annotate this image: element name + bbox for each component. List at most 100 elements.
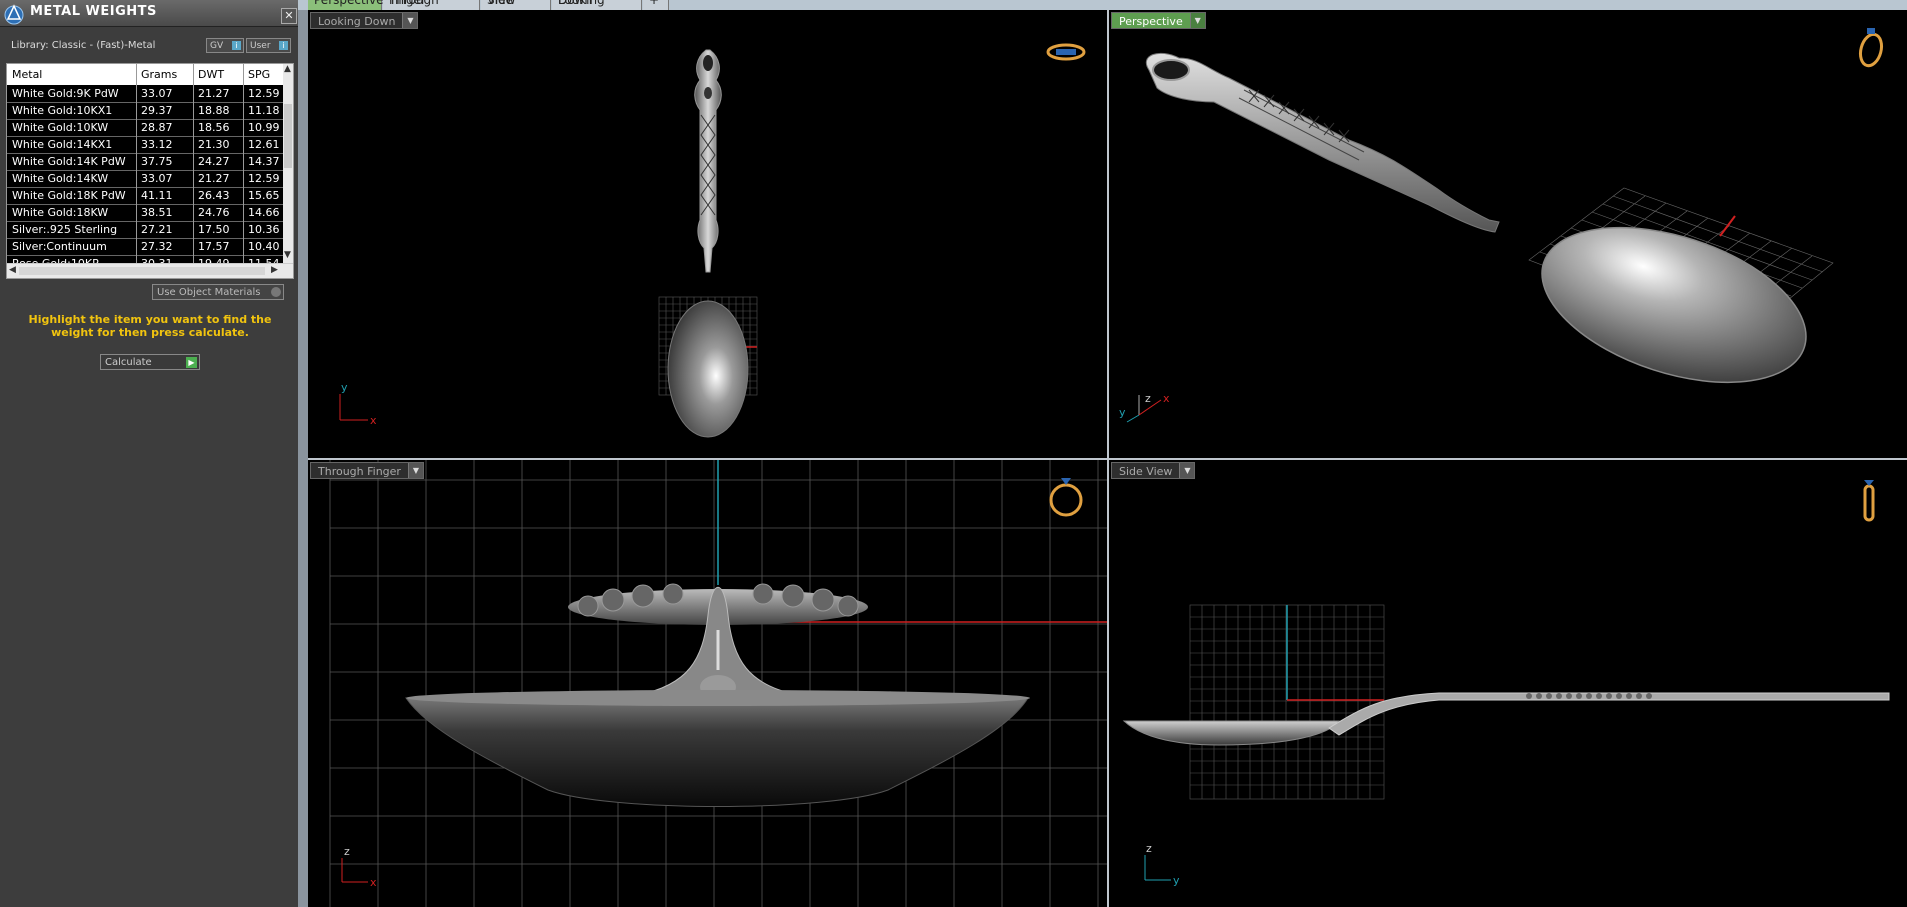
axis-label-y: y [1119,406,1126,419]
cell-grams: 38.51 [141,206,173,219]
dropdown-arrow-icon: ▼ [402,13,418,28]
cell-dwt: 17.50 [198,223,230,236]
cell-grams: 27.32 [141,240,173,253]
table-row[interactable]: White Gold:18K PdW 41.11 26.43 15.65 [7,188,283,205]
scroll-up-icon[interactable]: ▲ [284,64,291,74]
spoon-model [667,49,749,438]
table-row[interactable]: White Gold:18KW 38.51 24.76 14.66 [7,205,283,222]
column-divider [136,64,137,264]
cell-grams: 29.37 [141,104,173,117]
viewport-looking-down[interactable]: y x Looking Down ▼ [308,10,1107,458]
column-header-dwt[interactable]: DWT [198,68,224,81]
column-header-metal[interactable]: Metal [12,68,42,81]
cell-grams: 37.75 [141,155,173,168]
table-row[interactable]: White Gold:10KW 28.87 18.56 10.99 [7,120,283,137]
cell-spg: 12.59 [248,87,280,100]
viewport-through-finger[interactable]: z x Through Finger ▼ [308,460,1107,907]
axis-indicator: y x [339,381,377,427]
cell-metal: White Gold:10KW [12,121,109,134]
scroll-thumb[interactable] [284,104,292,168]
cell-metal: White Gold:9K PdW [12,87,119,100]
viewport-label-perspective[interactable]: Perspective ▼ [1111,12,1206,29]
calculate-label: Calculate [105,357,152,368]
radio-icon [271,287,281,297]
table-row[interactable]: White Gold:14K PdW 37.75 24.27 14.37 [7,154,283,171]
viewport-gutter [298,10,308,907]
viewport-label-text: Side View [1119,465,1173,478]
ring-orientation-icon[interactable] [1046,43,1086,61]
vertical-scrollbar[interactable]: ▲ ▼ [283,64,293,263]
user-toggle[interactable]: User i [246,38,291,53]
info-icon: i [279,41,288,50]
tab-looking-down[interactable]: Looking Down [552,0,642,10]
tab-perspective[interactable]: Perspective [308,0,384,10]
cell-metal: White Gold:14KX1 [12,138,113,151]
gv-toggle[interactable]: GV i [206,38,244,53]
scroll-thumb[interactable] [19,267,265,275]
table-row[interactable]: White Gold:10KX1 29.37 18.88 11.18 [7,103,283,120]
ring-orientation-icon[interactable] [1049,478,1083,517]
add-tab-button[interactable]: + [643,0,669,10]
cell-metal: White Gold:14K PdW [12,155,126,168]
cell-spg: 10.36 [248,223,280,236]
app-logo-icon [4,4,24,25]
horizontal-scrollbar[interactable]: ◀ ▶ [7,263,293,278]
cell-grams: 41.11 [141,189,173,202]
table-row[interactable]: White Gold:14KX1 33.12 21.30 12.61 [7,137,283,154]
ring-orientation-icon[interactable] [1857,28,1885,68]
cell-metal: White Gold:14KW [12,172,109,185]
perspective-scene: y z x [1119,28,1885,423]
cell-grams: 33.12 [141,138,173,151]
cell-dwt: 18.88 [198,104,230,117]
axis-label-x: x [370,414,377,427]
info-icon: i [232,41,241,50]
metal-weights-panel: METAL WEIGHTS ✕ Library: Classic - (Fast… [0,0,298,907]
axis-label-y: y [341,381,348,394]
cell-metal: White Gold:18KW [12,206,109,219]
dropdown-arrow-icon: ▼ [1179,463,1195,478]
table-row[interactable]: Silver:Continuum 27.32 17.57 10.40 [7,239,283,256]
scroll-down-icon[interactable]: ▼ [284,250,291,260]
cell-grams: 28.87 [141,121,173,134]
cell-spg: 15.65 [248,189,280,202]
cell-metal: White Gold:10KX1 [12,104,113,117]
cell-spg: 12.61 [248,138,280,151]
column-header-grams[interactable]: Grams [141,68,177,81]
cell-spg: 14.66 [248,206,280,219]
cell-dwt: 18.56 [198,121,230,134]
viewport-label-text: Looking Down [318,15,396,28]
metal-table: Metal Grams DWT SPG White Gold:9K PdW 33.… [6,63,294,279]
axis-indicator: y z x [1119,392,1170,423]
dropdown-arrow-icon: ▼ [1189,13,1205,28]
table-row[interactable]: Silver:.925 Sterling 27.21 17.50 10.36 [7,222,283,239]
table-header: Metal Grams DWT SPG [7,64,283,86]
cell-dwt: 24.27 [198,155,230,168]
viewport-label-side-view[interactable]: Side View ▼ [1111,462,1196,479]
close-icon[interactable]: ✕ [281,8,297,24]
ring-orientation-icon[interactable] [1863,480,1875,522]
scroll-left-icon[interactable]: ◀ [9,265,16,275]
scroll-right-icon[interactable]: ▶ [271,265,278,275]
axis-indicator: z x [341,845,377,889]
viewport-perspective[interactable]: y z x Perspective ▼ [1109,10,1907,458]
axis-label-x: x [370,876,377,889]
viewport-label-through-finger[interactable]: Through Finger ▼ [310,462,424,479]
table-row[interactable]: White Gold:14KW 33.07 21.27 12.59 [7,171,283,188]
use-object-materials-toggle[interactable]: Use Object Materials [152,284,284,300]
viewport-label-looking-down[interactable]: Looking Down ▼ [310,12,419,29]
dropdown-arrow-icon: ▼ [407,463,423,478]
table-body: White Gold:9K PdW 33.07 21.27 12.59 White G… [7,86,283,273]
column-header-spg[interactable]: SPG [248,68,270,81]
cell-grams: 27.21 [141,223,173,236]
viewport-side-view[interactable]: z y Side View ▼ [1109,460,1907,907]
calculate-button[interactable]: Calculate ▶ [100,354,200,370]
table-row[interactable]: White Gold:9K PdW 33.07 21.27 12.59 [7,86,283,103]
panel-title: METAL WEIGHTS [30,4,157,19]
tab-side-view[interactable]: Side View [481,0,551,10]
use-object-materials-label: Use Object Materials [157,287,261,298]
spoon-model [405,583,1030,807]
tab-through-finger[interactable]: Through Finger [383,0,480,10]
cell-grams: 33.07 [141,172,173,185]
cell-spg: 10.99 [248,121,280,134]
column-divider [243,64,244,264]
